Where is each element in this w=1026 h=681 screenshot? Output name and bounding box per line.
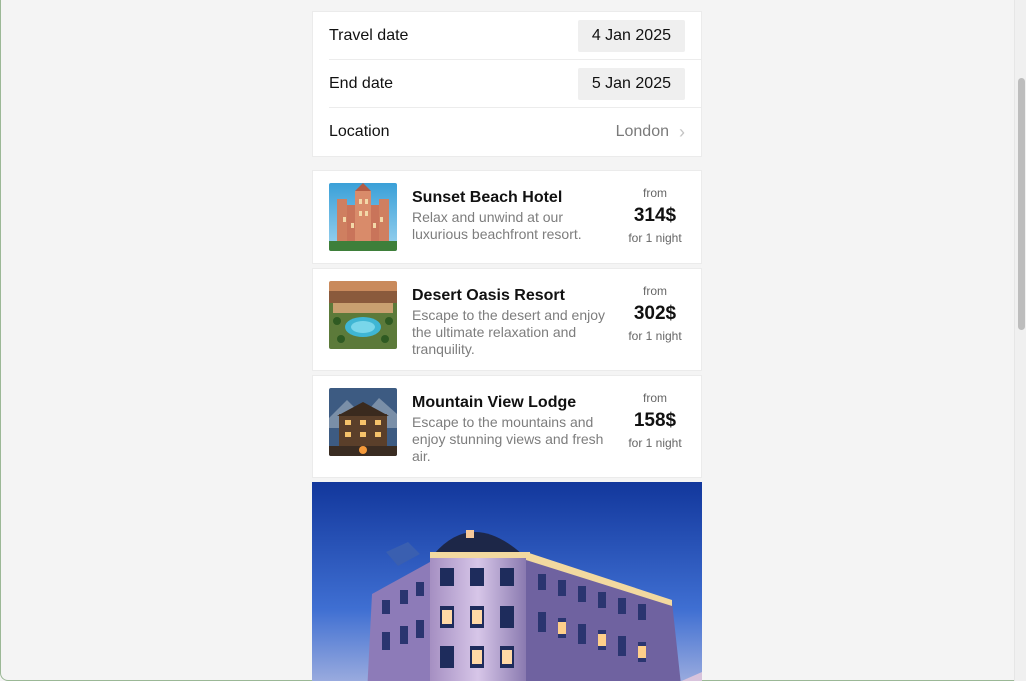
hotel-description: Relax and unwind at our luxurious beachf… bbox=[412, 209, 582, 242]
price-from-label: from bbox=[643, 284, 667, 298]
hotel-description: Escape to the mountains and enjoy stunni… bbox=[412, 414, 604, 464]
hotel-name: Desert Oasis Resort bbox=[412, 287, 565, 304]
price-nights: for 1 night bbox=[628, 231, 682, 245]
location-label: Location bbox=[329, 123, 390, 140]
end-date-label: End date bbox=[329, 74, 394, 92]
search-form: Travel date 4 Jan 2025 End date 5 Jan 20… bbox=[312, 11, 702, 157]
price-nights: for 1 night bbox=[628, 436, 682, 450]
hotel-card-desert-oasis[interactable]: Desert Oasis Resort Escape to the desert… bbox=[312, 268, 702, 371]
travel-date-row: Travel date 4 Jan 2025 bbox=[329, 12, 701, 60]
hotel-thumbnail bbox=[329, 281, 397, 349]
chevron-right-icon: › bbox=[679, 122, 685, 142]
hotel-price: 158$ bbox=[633, 410, 677, 431]
end-date-picker[interactable]: 5 Jan 2025 bbox=[577, 67, 685, 100]
end-date-row: End date 5 Jan 2025 bbox=[329, 60, 701, 108]
hotel-name: Mountain View Lodge bbox=[412, 394, 577, 411]
location-selector[interactable]: London › bbox=[616, 123, 685, 141]
travel-date-label: Travel date bbox=[329, 26, 409, 44]
price-box: from 158$ for 1 night bbox=[625, 388, 685, 450]
mountain-lodge-image bbox=[329, 388, 397, 456]
price-from-label: from bbox=[643, 186, 667, 200]
hotel-photo bbox=[312, 482, 702, 681]
price-box: from 314$ for 1 night bbox=[625, 183, 685, 245]
hotel-card-mountain-view[interactable]: Mountain View Lodge Escape to the mounta… bbox=[312, 375, 702, 478]
hotel-thumbnail bbox=[329, 388, 397, 456]
scrollbar-thumb[interactable] bbox=[1018, 78, 1025, 330]
price-box: from 302$ for 1 night bbox=[625, 281, 685, 343]
hotel-price: 302$ bbox=[633, 303, 677, 324]
hotel-price: 314$ bbox=[633, 205, 677, 226]
featured-hotel-image[interactable] bbox=[312, 482, 702, 681]
location-row[interactable]: Location London › bbox=[329, 108, 701, 156]
hotel-name: Sunset Beach Hotel bbox=[412, 189, 563, 206]
location-value: London bbox=[615, 123, 669, 140]
castle-hotel-image bbox=[329, 183, 397, 251]
price-from-label: from bbox=[643, 391, 667, 405]
hotel-list: Sunset Beach Hotel Relax and unwind at o… bbox=[312, 170, 702, 478]
page-scrollbar[interactable] bbox=[1014, 0, 1026, 681]
booking-column: Travel date 4 Jan 2025 End date 5 Jan 20… bbox=[312, 11, 702, 681]
hotel-description: Escape to the desert and enjoy the ultim… bbox=[412, 307, 606, 357]
hotel-card-sunset-beach[interactable]: Sunset Beach Hotel Relax and unwind at o… bbox=[312, 170, 702, 264]
price-nights: for 1 night bbox=[628, 329, 682, 343]
resort-pool-image bbox=[329, 281, 397, 349]
hotel-thumbnail bbox=[329, 183, 397, 251]
travel-date-picker[interactable]: 4 Jan 2025 bbox=[577, 19, 685, 52]
